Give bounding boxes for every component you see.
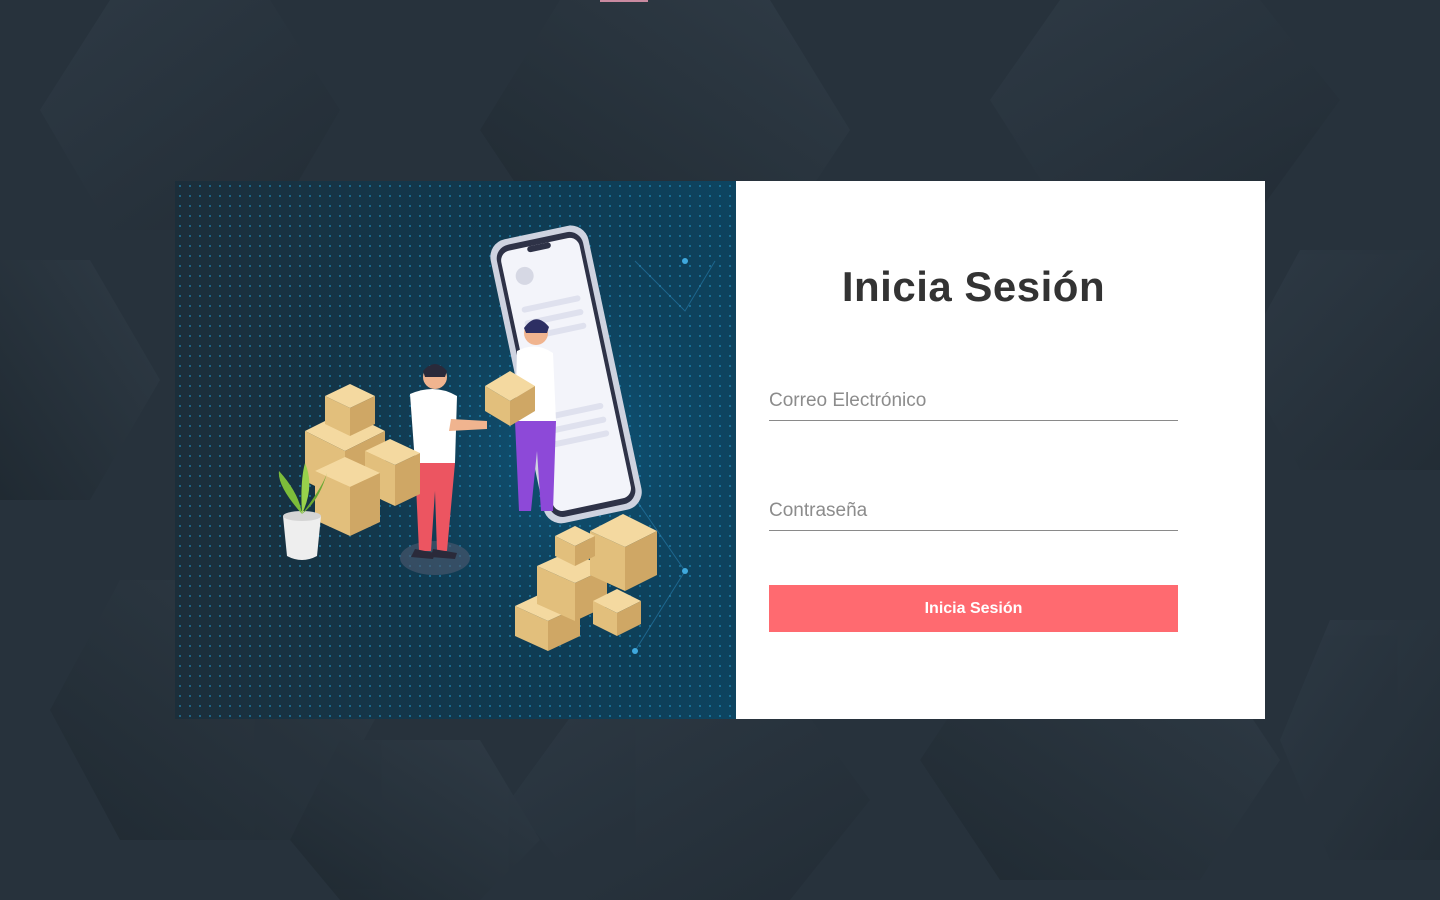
login-button[interactable]: Inicia Sesión (769, 585, 1178, 632)
delivery-illustration-graphic (175, 181, 736, 719)
delivery-illustration (175, 181, 736, 719)
login-panel: Inicia Sesión Inicia Sesión (736, 181, 1265, 719)
top-accent-bar (600, 0, 648, 2)
login-card: Inicia Sesión Inicia Sesión (175, 181, 1265, 719)
email-field[interactable] (769, 381, 1178, 421)
login-title: Inicia Sesión (841, 263, 1106, 310)
password-field[interactable] (769, 491, 1178, 531)
